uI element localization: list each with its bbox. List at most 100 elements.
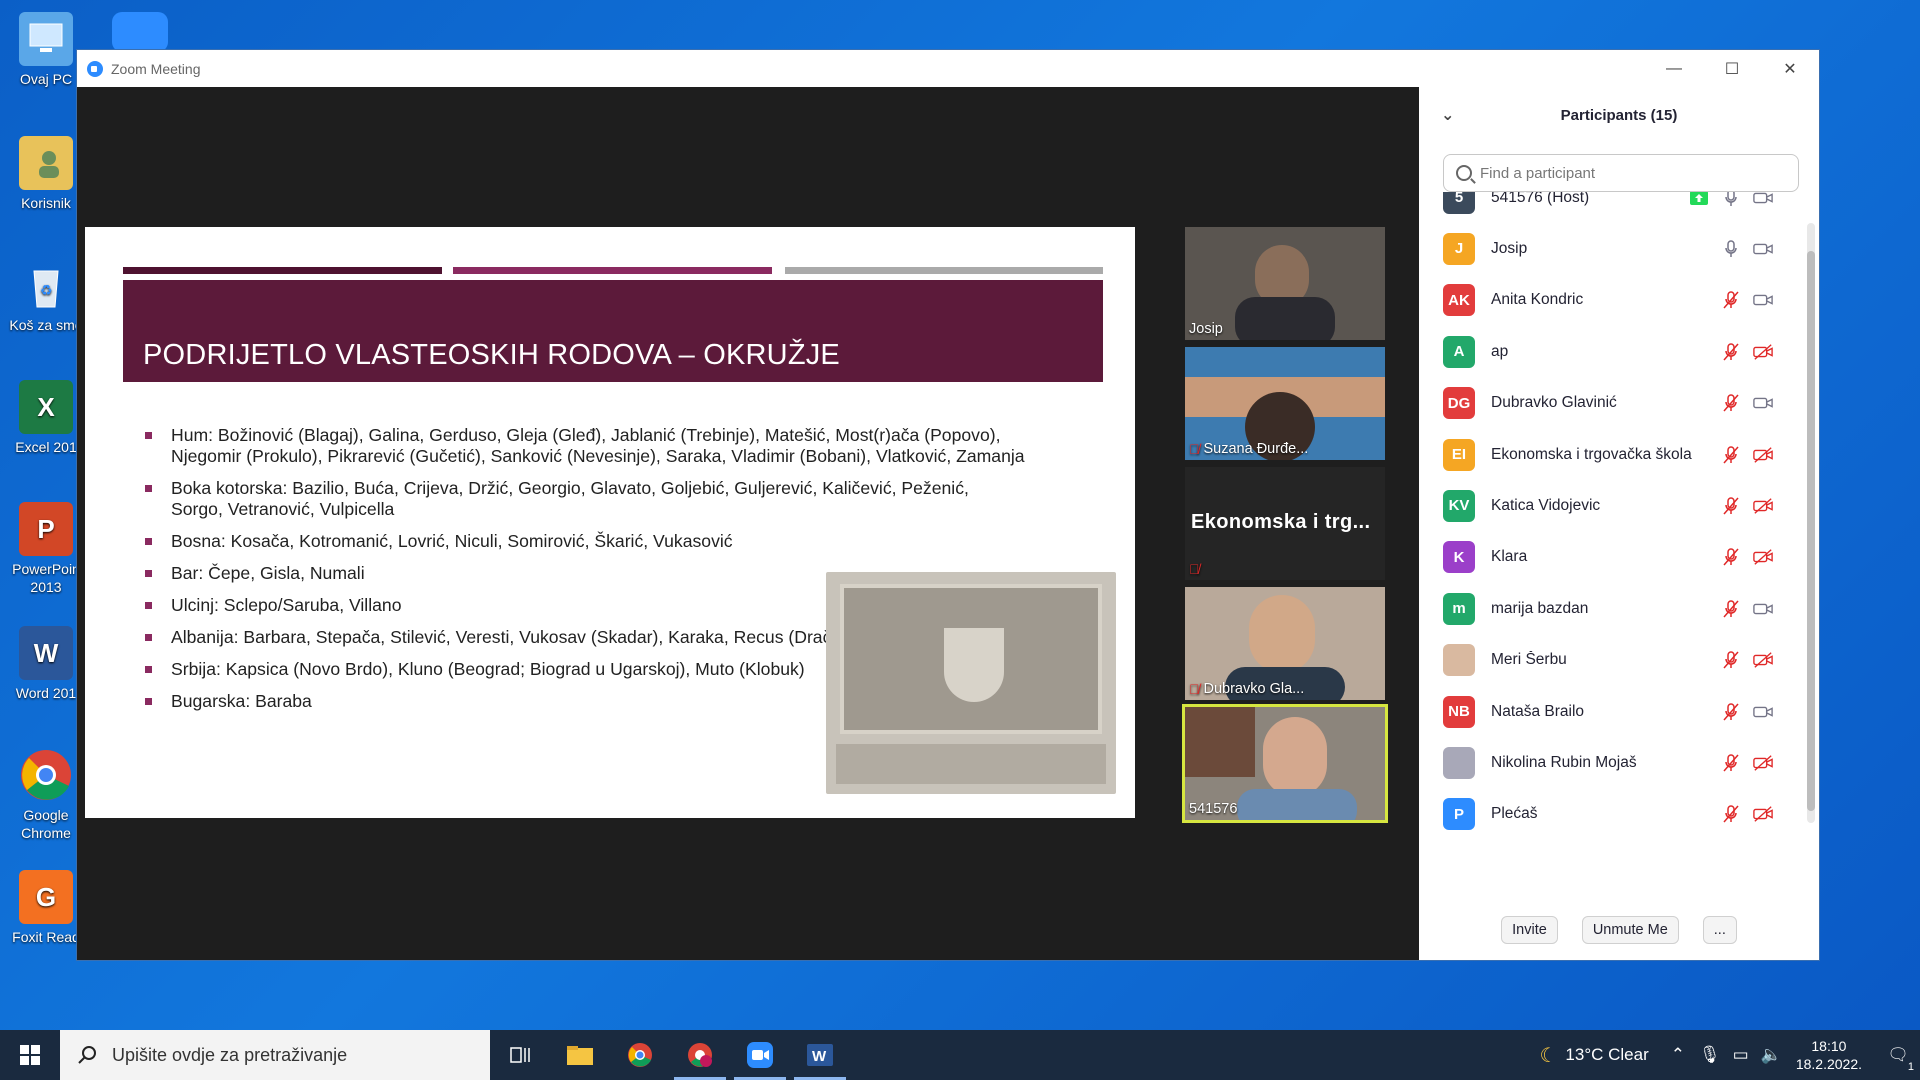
video-tile-ekonomska[interactable]: Ekonomska i trg... 🎙̸ — [1185, 467, 1385, 580]
participant-row[interactable]: KV Katica Vidojevic — [1419, 480, 1819, 531]
slide-bullet: Boka kotorska: Bazilio, Buća, Crijeva, D… — [145, 478, 1025, 520]
start-button[interactable] — [0, 1030, 60, 1080]
participants-header: ⌄ Participants (15) — [1419, 87, 1819, 143]
participant-row[interactable]: DG Dubravko Glavinić — [1419, 378, 1819, 429]
participant-search[interactable] — [1443, 154, 1799, 192]
video-camera-off-icon[interactable] — [1753, 547, 1773, 567]
close-button[interactable]: ✕ — [1761, 50, 1819, 87]
chevron-down-icon[interactable]: ⌄ — [1441, 105, 1454, 125]
taskbar-file-explorer[interactable] — [550, 1030, 610, 1080]
battery-icon[interactable]: ▭ — [1733, 1045, 1749, 1065]
microphone-muted-icon[interactable] — [1721, 290, 1741, 310]
unmute-me-button[interactable]: Unmute Me — [1581, 916, 1679, 944]
microphone-icon[interactable]: 🎙 — [1699, 1045, 1721, 1065]
microphone-muted-icon[interactable] — [1721, 804, 1741, 824]
zoom-desktop-icon[interactable] — [112, 12, 168, 52]
invite-button[interactable]: Invite — [1501, 916, 1558, 944]
microphone-muted-icon[interactable] — [1721, 496, 1741, 516]
notification-count: 1 — [1907, 1061, 1914, 1073]
participants-scrollbar[interactable] — [1807, 223, 1815, 823]
participant-status-icons — [1721, 290, 1773, 310]
zoom-icon — [747, 1042, 773, 1068]
participant-row[interactable]: Aap — [1419, 326, 1819, 377]
taskbar-word[interactable]: W — [790, 1030, 850, 1080]
participant-name: Nataša Brailo — [1491, 702, 1585, 720]
microphone-muted-icon[interactable] — [1721, 599, 1741, 619]
participant-status-icons — [1721, 650, 1773, 670]
participant-search-input[interactable] — [1478, 163, 1782, 183]
video-camera-off-icon[interactable] — [1753, 496, 1773, 516]
video-camera-icon[interactable] — [1753, 702, 1773, 722]
microphone-icon[interactable] — [1721, 192, 1741, 208]
maximize-button[interactable]: ☐ — [1703, 50, 1761, 87]
participant-status-icons — [1721, 496, 1773, 516]
taskbar-search[interactable]: Upišite ovdje za pretraživanje — [60, 1030, 490, 1080]
microphone-muted-icon[interactable] — [1721, 702, 1741, 722]
video-camera-icon[interactable] — [1753, 599, 1773, 619]
microphone-muted-icon[interactable] — [1721, 547, 1741, 567]
task-view-icon — [510, 1047, 530, 1063]
participants-list: 5 541576 (Host) J Josip AK Anita Kondric Aap DG… — [1419, 192, 1819, 832]
slide-title: PODRIJETLO VLASTEOSKIH RODOVA – OKRUŽJE — [143, 339, 840, 371]
video-person — [1249, 595, 1315, 673]
participant-row[interactable]: EI Ekonomska i trgovačka škola — [1419, 429, 1819, 480]
excel-icon: X — [19, 380, 73, 434]
video-camera-icon[interactable] — [1753, 192, 1773, 208]
taskbar-chrome[interactable] — [610, 1030, 670, 1080]
participant-status-icons — [1721, 239, 1773, 259]
video-camera-icon[interactable] — [1753, 239, 1773, 259]
zoom-window: Zoom Meeting — ☐ ✕ PODRIJETLO VLASTEOSKI… — [77, 50, 1819, 960]
title-bar: Zoom Meeting — ☐ ✕ — [77, 50, 1819, 87]
task-view-button[interactable] — [490, 1030, 550, 1080]
microphone-muted-icon[interactable] — [1721, 650, 1741, 670]
microphone-muted-icon[interactable] — [1721, 342, 1741, 362]
participant-row[interactable]: Nikolina Rubin Mojaš — [1419, 737, 1819, 788]
participant-avatar: A — [1443, 335, 1475, 368]
video-tile-suzana[interactable]: 🎙̸ Suzana Đurđe... — [1185, 347, 1385, 460]
volume-icon[interactable]: 🔈 — [1761, 1045, 1782, 1065]
video-camera-icon[interactable] — [1753, 290, 1773, 310]
video-tile-name: 541576 — [1189, 801, 1237, 817]
video-camera-off-icon[interactable] — [1753, 753, 1773, 773]
microphone-muted-icon[interactable] — [1721, 393, 1741, 413]
video-camera-off-icon[interactable] — [1753, 650, 1773, 670]
video-camera-off-icon[interactable] — [1753, 445, 1773, 465]
word-icon: W — [19, 626, 73, 680]
participant-row[interactable]: J Josip — [1419, 223, 1819, 274]
notification-center-button[interactable]: 🗨 1 — [1876, 1045, 1920, 1073]
microphone-muted-icon[interactable] — [1721, 753, 1741, 773]
video-tile-dubravko[interactable]: 🎙̸ Dubravko Gla... — [1185, 587, 1385, 700]
coat-of-arms-relief-image — [826, 572, 1116, 794]
participant-row[interactable]: K Klara — [1419, 532, 1819, 583]
participant-avatar: AK — [1443, 284, 1475, 317]
participant-row[interactable]: m marija bazdan — [1419, 583, 1819, 634]
participant-row[interactable]: AK Anita Kondric — [1419, 275, 1819, 326]
minimize-button[interactable]: — — [1645, 50, 1703, 87]
participants-panel: ⌄ Participants (15) 5 541576 (Host) J Josip… — [1419, 87, 1819, 960]
scrollbar-thumb[interactable] — [1807, 251, 1815, 811]
chevron-up-icon[interactable]: ⌃ — [1671, 1045, 1685, 1065]
taskbar-chrome-profile[interactable] — [670, 1030, 730, 1080]
participant-row[interactable]: P Plećaš — [1419, 789, 1819, 832]
microphone-icon[interactable] — [1721, 239, 1741, 259]
shared-slide: PODRIJETLO VLASTEOSKIH RODOVA – OKRUŽJE … — [85, 227, 1135, 818]
clock[interactable]: 18:10 18.2.2022. — [1796, 1037, 1862, 1073]
video-tile-josip[interactable]: Josip — [1185, 227, 1385, 340]
participant-row[interactable]: 5 541576 (Host) — [1419, 192, 1819, 223]
participant-row[interactable]: Meri Šerbu — [1419, 635, 1819, 686]
participant-row[interactable]: NB Nataša Brailo — [1419, 686, 1819, 737]
powerpoint-icon: P — [19, 502, 73, 556]
shield-icon — [944, 628, 1004, 702]
taskbar-zoom[interactable] — [730, 1030, 790, 1080]
weather-text[interactable]: 13°C Clear — [1565, 1045, 1648, 1065]
video-camera-off-icon[interactable] — [1753, 804, 1773, 824]
participant-status-icons — [1721, 342, 1773, 362]
video-tile-big-name: Ekonomska i trg... — [1191, 511, 1371, 533]
more-options-button[interactable]: ... — [1702, 916, 1737, 944]
participant-name: ap — [1491, 342, 1509, 360]
microphone-muted-icon[interactable] — [1721, 445, 1741, 465]
video-tile-host-active-speaker[interactable]: 541576 — [1182, 704, 1388, 823]
participant-avatar: DG — [1443, 387, 1475, 420]
video-camera-icon[interactable] — [1753, 393, 1773, 413]
video-camera-off-icon[interactable] — [1753, 342, 1773, 362]
